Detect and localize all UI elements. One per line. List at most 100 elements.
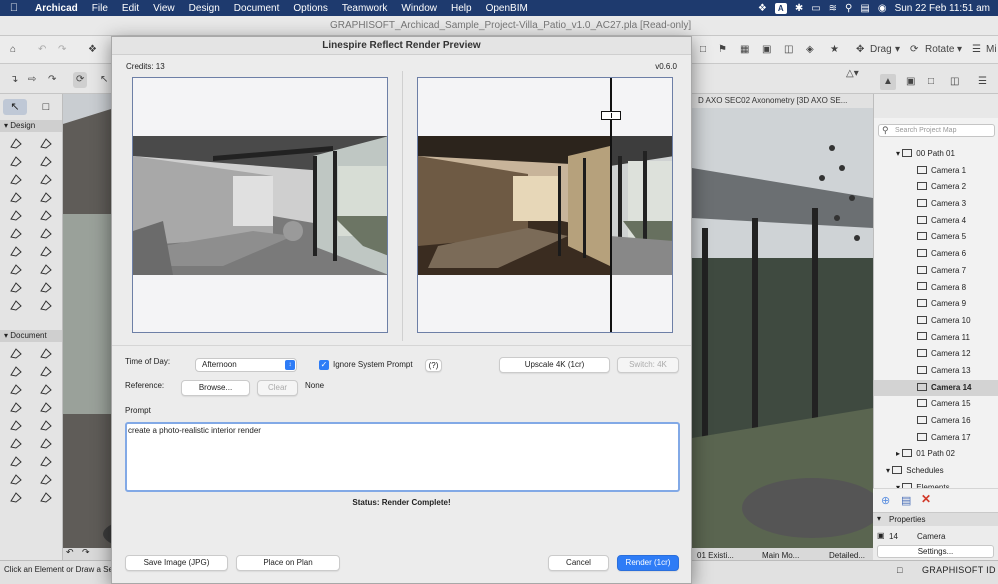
switch-4k-button[interactable]: Switch: 4K xyxy=(617,357,679,373)
document-section[interactable]: ▾ Document xyxy=(0,330,62,342)
menu-help[interactable]: Help xyxy=(444,3,479,14)
menu-file[interactable]: File xyxy=(85,3,115,14)
menu-view[interactable]: View xyxy=(146,3,182,14)
viewport-tab-existing[interactable]: 01 Existi... xyxy=(697,551,734,560)
arrow-tool-icon[interactable]: ↖ xyxy=(3,99,27,115)
tree-item-camera[interactable]: Camera 11 xyxy=(874,330,998,347)
clock[interactable]: Sun 22 Feb 11:51 am xyxy=(895,3,990,14)
snap-mode-icon[interactable]: ↷ xyxy=(48,72,56,88)
compare-slider-handle[interactable] xyxy=(601,111,621,120)
zone-tool-icon[interactable] xyxy=(4,261,28,276)
tree-item-camera[interactable]: Camera 2 xyxy=(874,179,998,196)
object-tool-icon[interactable] xyxy=(4,243,28,258)
browse-button[interactable]: Browse... xyxy=(181,380,250,396)
undo-small-icon[interactable]: ↶ xyxy=(66,547,74,558)
tree-item-camera[interactable]: Camera 1 xyxy=(874,163,998,180)
grid-icon[interactable]: ▦ xyxy=(740,42,749,58)
rotate-icon[interactable]: ⟳ xyxy=(910,42,918,58)
drag-chevron-icon[interactable]: ▾ xyxy=(895,42,900,58)
mirror-icon[interactable]: ☰ xyxy=(972,42,981,58)
render-icon[interactable]: ◫ xyxy=(784,42,793,58)
tree-item-camera[interactable]: Camera 14 xyxy=(874,379,998,397)
drag-icon[interactable]: ✥ xyxy=(856,42,864,58)
slab-tool-icon[interactable] xyxy=(34,135,58,150)
menu-edit[interactable]: Edit xyxy=(115,3,146,14)
tree-item-camera[interactable]: Camera 3 xyxy=(874,196,998,213)
mesh-tool-icon[interactable] xyxy=(34,261,58,276)
marquee-tool-icon[interactable]: □ xyxy=(36,99,56,115)
camera-tool-icon[interactable] xyxy=(4,471,28,486)
tree-item-camera[interactable]: Camera 10 xyxy=(874,313,998,330)
home-icon[interactable]: ⌂ xyxy=(10,42,16,58)
menu-design[interactable]: Design xyxy=(182,3,227,14)
cancel-button[interactable]: Cancel xyxy=(548,555,609,571)
menu-app[interactable]: Archicad xyxy=(28,3,85,14)
prompt-textarea[interactable]: create a photo-realistic interior render xyxy=(125,422,680,492)
image-tool-icon[interactable] xyxy=(34,489,58,504)
view-dropdown-icon[interactable]: △▾ xyxy=(846,66,859,82)
tree-item-camera[interactable]: Camera 4 xyxy=(874,213,998,230)
snap-guide-icon[interactable]: ⇨ xyxy=(28,72,36,88)
roof-tool-icon[interactable] xyxy=(4,207,28,222)
tree-item-camera[interactable]: Camera 13 xyxy=(874,363,998,380)
mirror-label[interactable]: Mi xyxy=(986,42,997,58)
design-section[interactable]: ▾ Design xyxy=(0,120,62,132)
wall-tool-icon[interactable] xyxy=(4,135,28,150)
column-tool-icon[interactable] xyxy=(4,153,28,168)
door-tool-icon[interactable] xyxy=(34,171,58,186)
graphisoft-id-brand[interactable]: GRAPHISOFT ID xyxy=(922,565,996,575)
render-button[interactable]: Render (1cr) xyxy=(617,555,679,571)
stair-tool-icon[interactable] xyxy=(4,189,28,204)
ignore-prompt-checkbox[interactable]: ✓ xyxy=(319,360,329,370)
delete-icon[interactable]: ✕ xyxy=(921,492,931,506)
shell-tool-icon[interactable] xyxy=(34,207,58,222)
beam-tool-icon[interactable] xyxy=(34,153,58,168)
settings-button[interactable]: Settings... xyxy=(877,545,994,558)
layout-book-icon[interactable]: □ xyxy=(928,74,934,90)
battery-icon[interactable]: ▭ xyxy=(811,3,820,14)
help-button[interactable]: (?) xyxy=(425,359,442,372)
spline-tool-icon[interactable] xyxy=(34,435,58,450)
place-on-plan-button[interactable]: Place on Plan xyxy=(236,555,340,571)
drag-label[interactable]: Drag xyxy=(870,42,892,58)
tree-item-camera[interactable]: Camera 8 xyxy=(874,280,998,297)
tree-item-camera[interactable]: Camera 5 xyxy=(874,229,998,246)
section-tool-icon[interactable] xyxy=(34,381,58,396)
skylight-tool-icon[interactable] xyxy=(34,225,58,240)
detail-tool-icon[interactable] xyxy=(4,399,28,414)
project-map-icon[interactable]: ▲ xyxy=(880,74,896,90)
tree-item-camera[interactable]: Camera 9 xyxy=(874,296,998,313)
search-icon[interactable]: ⚲ xyxy=(845,3,852,14)
bluetooth-icon[interactable]: ✱ xyxy=(795,3,803,14)
line-tool-icon[interactable] xyxy=(34,297,58,312)
wifi-icon[interactable]: ≋ xyxy=(829,3,837,14)
redo-small-icon[interactable]: ↷ xyxy=(82,547,90,558)
control-center-icon[interactable]: ▤ xyxy=(860,3,869,14)
change-tool-icon[interactable] xyxy=(34,471,58,486)
polyline-tool-icon[interactable] xyxy=(4,435,28,450)
menu-document[interactable]: Document xyxy=(227,3,287,14)
undo-icon[interactable]: ↶ xyxy=(38,42,46,58)
menu-teamwork[interactable]: Teamwork xyxy=(335,3,395,14)
redo-icon[interactable]: ↷ xyxy=(58,42,66,58)
morph-tool-icon[interactable] xyxy=(34,243,58,258)
selection-tool-icon[interactable]: ❖ xyxy=(88,42,97,58)
tree-item-path02[interactable]: ▸ 01 Path 02 xyxy=(874,446,998,463)
favorites-icon[interactable]: ★ xyxy=(830,42,839,58)
circle-tool-icon[interactable] xyxy=(34,417,58,432)
folder-icon[interactable]: ▤ xyxy=(901,494,911,507)
elevation-tool-icon[interactable] xyxy=(4,381,28,396)
menu-window[interactable]: Window xyxy=(394,3,444,14)
navigator-search-input[interactable]: Search Project Map xyxy=(878,124,995,137)
save-image-button[interactable]: Save Image (JPG) xyxy=(125,555,228,571)
text-tool-icon[interactable] xyxy=(4,363,28,378)
rotate-label[interactable]: Rotate xyxy=(925,42,954,58)
tree-item-schedules[interactable]: ▾ Schedules xyxy=(874,463,998,480)
rotate-chevron-icon[interactable]: ▾ xyxy=(957,42,962,58)
layers-icon[interactable]: ◈ xyxy=(806,42,814,58)
drawing-tool-icon[interactable] xyxy=(4,489,28,504)
menu-options[interactable]: Options xyxy=(286,3,334,14)
hotspot-tool-icon[interactable] xyxy=(4,453,28,468)
pointer-icon[interactable]: ↖ xyxy=(100,72,108,88)
orbit-icon[interactable]: ⟳ xyxy=(73,72,88,88)
